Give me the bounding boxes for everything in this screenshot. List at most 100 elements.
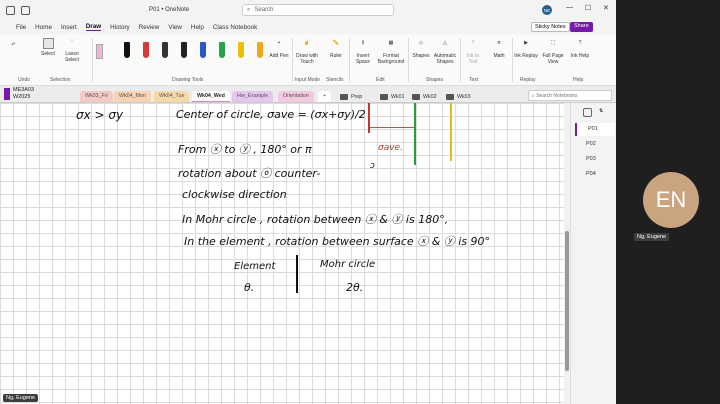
menu-bar: File Home Insert Draw History Review Vie…: [0, 20, 616, 34]
ink-line-1: From ⓧ to ⓨ , 180° or π: [178, 143, 312, 156]
pen-7-icon[interactable]: [238, 42, 244, 58]
menu-history[interactable]: History: [110, 24, 130, 31]
group-label-replay: Replay: [520, 77, 536, 83]
add-pen-button[interactable]: + Add Pen: [268, 40, 290, 59]
section-tab-wk03-fri[interactable]: Wk03_Fri: [80, 91, 113, 102]
menu-class-notebook[interactable]: Class Notebook: [213, 24, 257, 31]
ribbon-divider: [92, 38, 93, 82]
share-button[interactable]: Share: [570, 22, 593, 32]
section-tab-wk04-tue[interactable]: Wk04_Tue: [154, 91, 190, 102]
ink-line-5: In the element , rotation between surfac…: [184, 235, 491, 248]
section-group-wk02[interactable]: Wk02: [412, 91, 437, 102]
pen-1-icon[interactable]: [124, 42, 130, 58]
menu-draw[interactable]: Draw: [85, 23, 102, 31]
menu-file[interactable]: File: [16, 24, 26, 31]
search-notebooks-input[interactable]: ⌕ Search Notebooks: [528, 90, 612, 101]
pen-2-icon[interactable]: [143, 42, 149, 58]
math-button[interactable]: π Math: [488, 40, 510, 59]
user-avatar[interactable]: NE: [542, 5, 552, 15]
sigma-ave-bracket: [370, 127, 414, 128]
draw-ribbon: ↶ Select ◌ Lasso Select + Add Pen ☝ Draw…: [0, 34, 616, 86]
autosave-icon[interactable]: [6, 5, 15, 15]
math-icon: π: [497, 40, 501, 46]
full-page-view-button[interactable]: ⛶ Full Page View: [540, 40, 566, 65]
notebook-term: W2025: [13, 94, 31, 100]
format-background-button[interactable]: ▦ Format Background: [376, 40, 406, 65]
ruler-icon: 📏: [332, 40, 340, 46]
menu-insert[interactable]: Insert: [61, 24, 77, 31]
select-button[interactable]: Select: [38, 38, 58, 57]
section-group-wk01[interactable]: Wk01: [380, 91, 405, 102]
undo-button[interactable]: ↶: [8, 42, 19, 55]
group-label-drawing-tools: Drawing Tools: [172, 77, 204, 83]
menu-home[interactable]: Home: [35, 24, 52, 31]
ink-divider: [296, 255, 298, 293]
add-page-icon[interactable]: [583, 108, 592, 117]
pen-4-icon[interactable]: [181, 42, 187, 58]
green-ink-line: [414, 103, 416, 165]
ink-replay-button[interactable]: ▶ Ink Replay: [514, 40, 538, 59]
sort-pages-icon[interactable]: ⇅: [599, 108, 608, 117]
auto-shapes-icon: △: [443, 40, 447, 46]
touch-icon: ☝: [303, 40, 311, 46]
pen-5-icon[interactable]: [200, 42, 206, 58]
eraser-button[interactable]: [96, 44, 103, 61]
shapes-button[interactable]: ◇ Shapes: [410, 40, 432, 59]
ink-line-2: rotation about ⓞ counter-: [178, 167, 321, 180]
full-view-icon: ⛶: [551, 40, 555, 46]
ink-to-text-button[interactable]: T Ink to Text: [462, 40, 484, 65]
folder-icon: [412, 93, 420, 100]
page-item-p04[interactable]: P04: [575, 168, 615, 181]
search-input[interactable]: ⌕ Search: [242, 4, 394, 16]
menu-review[interactable]: Review: [139, 24, 160, 31]
ink-element-label: Element: [234, 261, 276, 272]
ink-line-center: Center of circle, σave = (σx+σy)/2: [176, 108, 366, 121]
maximize-icon[interactable]: ☐: [585, 4, 591, 12]
add-section-button[interactable]: +: [318, 91, 332, 102]
red-ink-line: [368, 103, 370, 133]
section-tab-wk04-mon[interactable]: Wk04_Mon: [114, 91, 151, 102]
undo-arrow-icon: ↶: [11, 42, 16, 48]
note-canvas[interactable]: σave. ↄ σx > σy Center of circle, σave =…: [0, 103, 564, 404]
group-label-edit: Edit: [376, 77, 385, 83]
group-label-help: Help: [573, 77, 584, 83]
notebook-selector[interactable]: ME3A03 W2025: [4, 87, 34, 101]
ruler-button[interactable]: 📏 Ruler: [326, 40, 346, 59]
folder-icon: [340, 93, 348, 100]
ink-marker: ↄ: [370, 161, 375, 171]
section-tab-hw-example[interactable]: Hw_Example: [232, 91, 274, 102]
ribbon-divider: [512, 38, 513, 82]
menu-view[interactable]: View: [168, 24, 182, 31]
menu-help[interactable]: Help: [191, 24, 204, 31]
notebook-name: ME3A03: [13, 87, 35, 93]
section-tab-wk04-wed[interactable]: Wk04_Wed: [192, 91, 230, 102]
pen-8-icon[interactable]: [257, 42, 263, 58]
ink-help-button[interactable]: ? Ink Help: [568, 40, 592, 59]
folder-icon: [446, 93, 454, 100]
automatic-shapes-button[interactable]: △ Automatic Shapes: [432, 40, 458, 65]
sticky-notes-button[interactable]: Sticky Notes: [531, 22, 570, 32]
lasso-select-button[interactable]: ◌ Lasso Select: [62, 38, 82, 63]
group-label-undo: Undo: [18, 77, 30, 83]
section-group-wk03[interactable]: Wk03: [446, 91, 471, 102]
group-label-stencils: Stencils: [326, 77, 344, 83]
undo-icon[interactable]: [21, 5, 30, 15]
page-item-p01[interactable]: P01: [575, 123, 615, 136]
eraser-icon: [96, 44, 103, 59]
draw-with-touch-button[interactable]: ☝ Draw with Touch: [294, 40, 320, 65]
page-item-p02[interactable]: P02: [575, 138, 615, 151]
section-group-prep[interactable]: Prep: [340, 91, 362, 102]
minimize-icon[interactable]: —: [566, 4, 573, 11]
insert-space-button[interactable]: ⇕ Insert Space: [352, 40, 374, 65]
notebook-icon: [4, 88, 10, 100]
group-label-selection: Selection: [50, 77, 71, 83]
pen-3-icon[interactable]: [162, 42, 168, 58]
participant-name-tag: Ng, Eugene: [634, 233, 670, 241]
close-icon[interactable]: ✕: [603, 4, 609, 12]
ink-line-sigma-compare: σx > σy: [76, 108, 124, 122]
scrollbar-thumb[interactable]: [565, 231, 569, 371]
page-item-p03[interactable]: P03: [575, 153, 615, 166]
section-tab-orientation[interactable]: Orientation: [278, 91, 314, 102]
ink-line-4: In Mohr circle , rotation between ⓧ & ⓨ …: [182, 213, 449, 226]
pen-6-icon[interactable]: [219, 42, 225, 58]
